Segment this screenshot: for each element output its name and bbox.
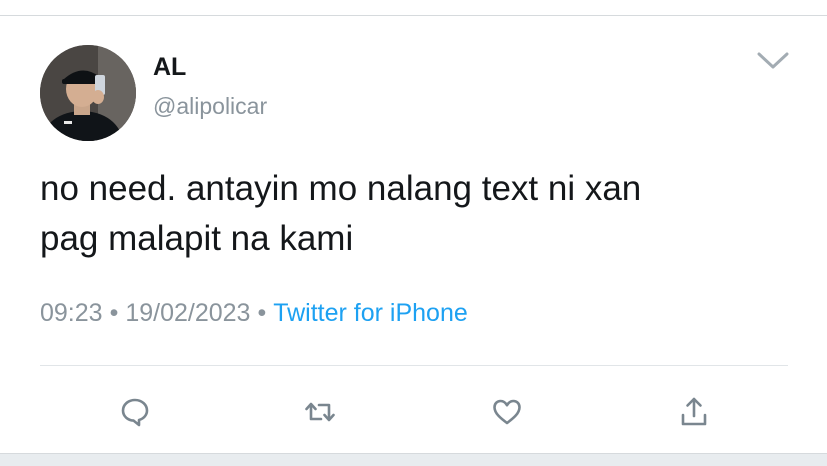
- retweet-icon: [305, 402, 335, 422]
- avatar-image: [40, 45, 136, 141]
- tweet-time: 09:23: [40, 299, 103, 327]
- meta-separator: •: [109, 299, 119, 327]
- bottom-bar: [0, 453, 827, 466]
- reply-button[interactable]: [117, 394, 153, 430]
- avatar[interactable]: [40, 45, 136, 141]
- tweet-meta: 09:23 • 19/02/2023 • Twitter for iPhone: [40, 299, 468, 328]
- user-handle[interactable]: @alipolicar: [153, 93, 267, 120]
- retweet-button[interactable]: [302, 394, 338, 430]
- action-divider: [40, 365, 788, 366]
- chevron-down-icon[interactable]: [756, 50, 790, 72]
- tweet-date: 19/02/2023: [125, 299, 251, 327]
- share-icon: [681, 397, 707, 426]
- tweet-card: AL @alipolicar no need. antayin mo nalan…: [0, 16, 827, 453]
- tweet-source-link[interactable]: Twitter for iPhone: [273, 299, 468, 327]
- reply-icon: [121, 398, 149, 427]
- heart-icon: [493, 399, 521, 425]
- share-button[interactable]: [676, 394, 712, 430]
- display-name[interactable]: AL: [153, 53, 186, 82]
- like-button[interactable]: [489, 394, 525, 430]
- meta-separator: •: [257, 299, 267, 327]
- tweet-text: no need. antayin mo nalang text ni xan p…: [40, 169, 642, 258]
